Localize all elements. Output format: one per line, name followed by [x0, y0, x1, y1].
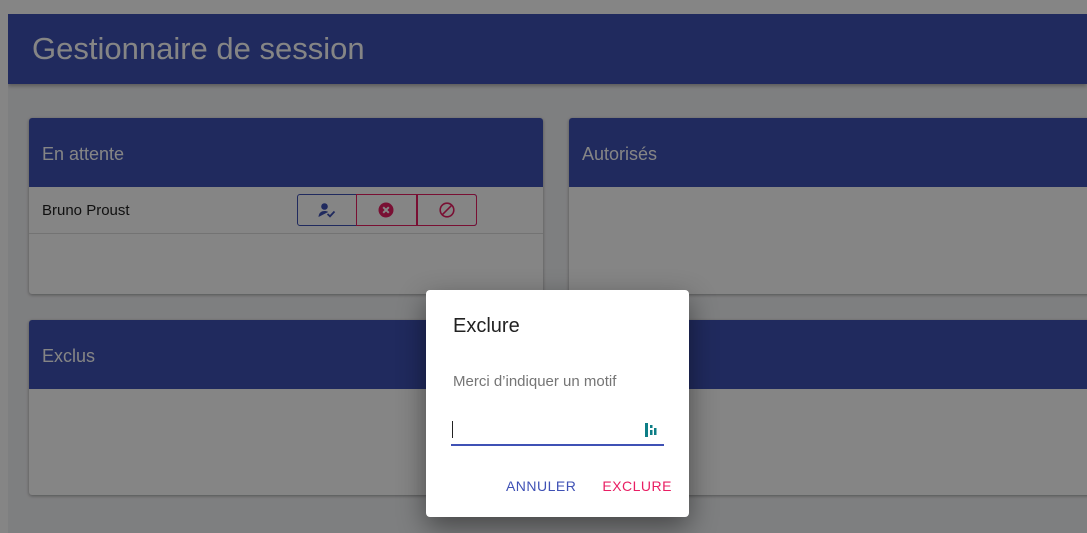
dialog-title: Exclure [453, 315, 520, 337]
reason-input[interactable] [451, 418, 640, 442]
exclude-dialog: Exclure Merci d’indiquer un motif ANNULE… [426, 290, 689, 517]
keyboard-extension-icon[interactable] [644, 422, 658, 438]
text-caret [452, 421, 453, 438]
reason-field[interactable] [451, 418, 664, 446]
exclude-confirm-button[interactable]: EXCLURE [602, 478, 672, 494]
dialog-actions: ANNULER EXCLURE [506, 478, 672, 494]
cancel-button[interactable]: ANNULER [506, 478, 576, 494]
dialog-message: Merci d’indiquer un motif [453, 373, 617, 390]
